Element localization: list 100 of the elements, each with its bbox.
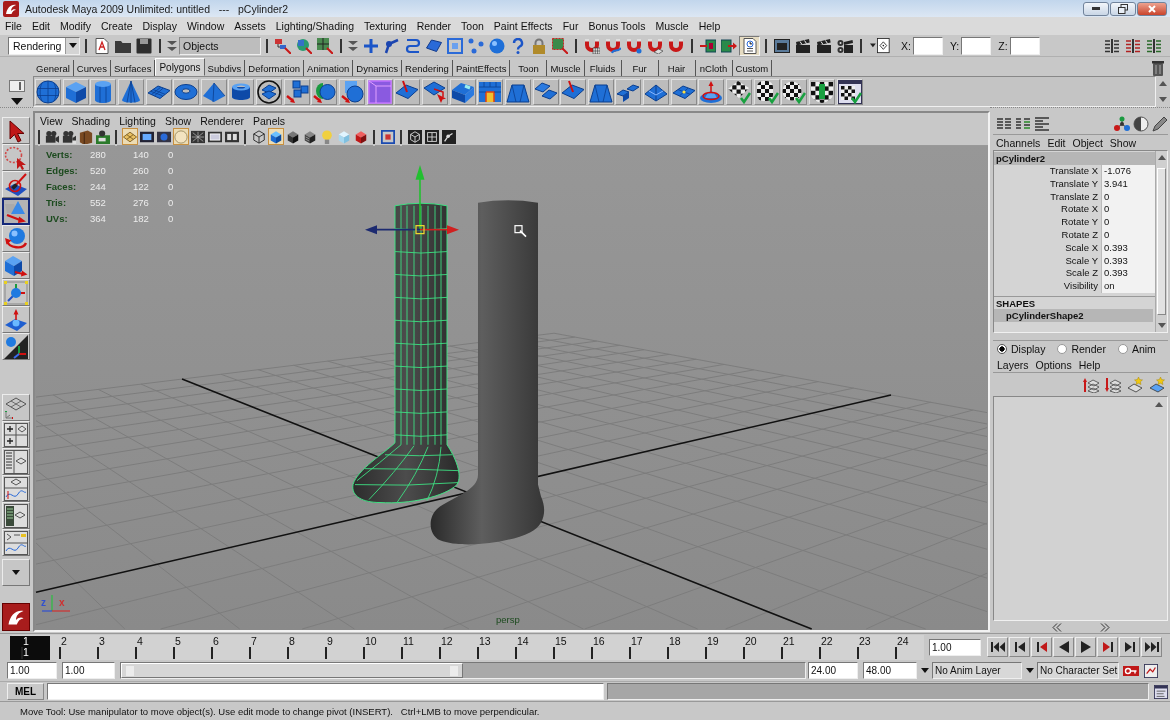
- start-time-field[interactable]: 1.00: [7, 662, 57, 679]
- toolbar-button[interactable]: [1133, 116, 1149, 132]
- attribute-name[interactable]: Rotate Y: [994, 216, 1101, 229]
- menu-item[interactable]: Create: [100, 20, 133, 32]
- layout-button[interactable]: [2, 421, 30, 448]
- range-start-field[interactable]: 1.00: [62, 662, 115, 679]
- coordinate-input-field[interactable]: [961, 36, 992, 55]
- menu-item[interactable]: Help: [1078, 358, 1101, 371]
- shape-name[interactable]: pCylinderShape2: [994, 308, 1153, 322]
- menu-item[interactable]: Renderer: [200, 114, 244, 127]
- move-manipulator[interactable]: [365, 164, 459, 235]
- attribute-name[interactable]: Rotate X: [994, 203, 1101, 217]
- toolbar-button[interactable]: [43, 128, 60, 145]
- menu-set-dropdown[interactable]: Rendering: [8, 36, 80, 55]
- 3d-viewport[interactable]: Verts: 280 140 0 Edges: 520 260 0 Faces: 244 122 0 Tris: 552 276 0 UVs: 364 182 0 z x persp: [35, 146, 988, 630]
- radio-button[interactable]: [997, 344, 1007, 354]
- shelf-options-button[interactable]: [10, 98, 23, 105]
- selection-mode-dropdown[interactable]: Objects: [179, 36, 261, 55]
- menu-item[interactable]: Channels: [996, 136, 1041, 149]
- playback-button[interactable]: [1031, 637, 1052, 657]
- range-slider-bar[interactable]: [121, 663, 463, 678]
- menu-item[interactable]: Render: [416, 20, 452, 32]
- attribute-name[interactable]: Visibility: [994, 280, 1101, 293]
- menu-item[interactable]: Shading: [71, 114, 111, 127]
- attribute-value-field[interactable]: on: [1101, 280, 1155, 293]
- menu-item[interactable]: Bonus Tools: [588, 20, 646, 32]
- close-button[interactable]: [1137, 1, 1167, 16]
- shelf-tab[interactable]: Polygons: [155, 58, 205, 76]
- attribute-name[interactable]: Rotate Z: [994, 229, 1101, 242]
- toolbar-button[interactable]: [77, 128, 94, 145]
- menu-item[interactable]: Lighting: [119, 114, 156, 127]
- toolbar-button[interactable]: [250, 128, 267, 145]
- menu-item[interactable]: Muscle: [655, 20, 689, 32]
- range-slider-track[interactable]: [120, 662, 806, 679]
- layout-button[interactable]: [2, 529, 30, 556]
- script-editor-button[interactable]: [1152, 682, 1170, 701]
- attribute-value-field[interactable]: 0: [1101, 216, 1155, 229]
- playback-button[interactable]: [1097, 637, 1118, 657]
- attribute-name[interactable]: Scale Z: [994, 267, 1101, 281]
- layout-button[interactable]: [2, 475, 30, 502]
- playback-button[interactable]: [1053, 637, 1074, 657]
- playback-button[interactable]: [1119, 637, 1140, 657]
- playback-button[interactable]: [987, 637, 1008, 657]
- app-logo-button[interactable]: [2, 603, 30, 631]
- layout-button[interactable]: [2, 502, 30, 529]
- shelf-button[interactable]: [836, 78, 863, 105]
- toolbar-button[interactable]: [267, 128, 284, 145]
- coordinate-input-field[interactable]: [912, 36, 943, 55]
- menu-item[interactable]: Texturing: [364, 20, 407, 32]
- attribute-name[interactable]: Scale Y: [994, 254, 1101, 268]
- command-input-field[interactable]: [47, 683, 604, 700]
- scroll-up-button[interactable]: [1159, 81, 1167, 87]
- layout-button[interactable]: [2, 394, 30, 421]
- menu-item[interactable]: Fur: [562, 20, 579, 32]
- current-time-field[interactable]: 1.00: [929, 638, 981, 656]
- toolbar-button[interactable]: [314, 35, 335, 56]
- scrollbar[interactable]: [1155, 151, 1167, 332]
- time-slider[interactable]: 1 1 2 3 4 5 6 7 8 9 10 11 12 13 14 15 16 17 18 19 20 21 22 23 24: [12, 634, 924, 660]
- radio-button[interactable]: [1057, 344, 1068, 354]
- radio-button[interactable]: [1117, 344, 1128, 354]
- menu-item[interactable]: File: [5, 20, 22, 32]
- menu-item[interactable]: Options: [1035, 358, 1072, 371]
- playback-button[interactable]: [1075, 637, 1096, 657]
- preferences-button[interactable]: [1142, 661, 1160, 680]
- attribute-name[interactable]: Scale X: [994, 241, 1101, 255]
- anim-layer-dropdown[interactable]: No Anim Layer: [932, 662, 1022, 679]
- object-name[interactable]: pCylinder2: [994, 152, 1155, 165]
- menu-item[interactable]: View: [40, 114, 63, 127]
- menu-item[interactable]: Lighting/Shading: [275, 20, 354, 32]
- toolbar-button[interactable]: [423, 128, 440, 145]
- menu-item[interactable]: Toon: [461, 20, 484, 32]
- menu-item[interactable]: Help: [698, 20, 721, 32]
- attribute-name[interactable]: Translate X: [994, 165, 1101, 178]
- toolbar-button[interactable]: [406, 128, 423, 145]
- toolbar-button[interactable]: [189, 128, 206, 145]
- shelf-menu-button[interactable]: [8, 78, 25, 94]
- attribute-value-field[interactable]: 0: [1101, 203, 1155, 217]
- toolbar-button[interactable]: [94, 128, 111, 145]
- menu-item[interactable]: Window: [186, 20, 225, 32]
- menu-item[interactable]: Layers: [997, 358, 1029, 371]
- toolbar-button[interactable]: [60, 128, 77, 145]
- tool-button[interactable]: [2, 198, 30, 225]
- toolbar-button[interactable]: [440, 128, 457, 145]
- scroll-down-button[interactable]: [1159, 96, 1167, 102]
- layout-button[interactable]: [2, 448, 30, 475]
- toolbar-button[interactable]: [1152, 116, 1168, 132]
- playback-button[interactable]: [1141, 637, 1162, 657]
- menu-item[interactable]: Modify: [60, 20, 91, 32]
- attribute-value-field[interactable]: -1.076: [1101, 165, 1155, 178]
- toolbar-button[interactable]: [739, 35, 760, 56]
- toolbar-button[interactable]: [1114, 116, 1130, 132]
- menu-item[interactable]: Panels: [252, 114, 286, 127]
- menu-item[interactable]: Edit: [31, 20, 50, 32]
- playback-button[interactable]: [1009, 637, 1030, 657]
- minimize-button[interactable]: [1083, 1, 1109, 16]
- attribute-value-field[interactable]: 0.393: [1101, 267, 1155, 281]
- menu-item[interactable]: Object: [1072, 136, 1103, 149]
- character-set-dropdown[interactable]: No Character Set: [1037, 662, 1119, 679]
- restore-button[interactable]: [1110, 1, 1136, 16]
- end-time-field[interactable]: 48.00: [863, 662, 917, 679]
